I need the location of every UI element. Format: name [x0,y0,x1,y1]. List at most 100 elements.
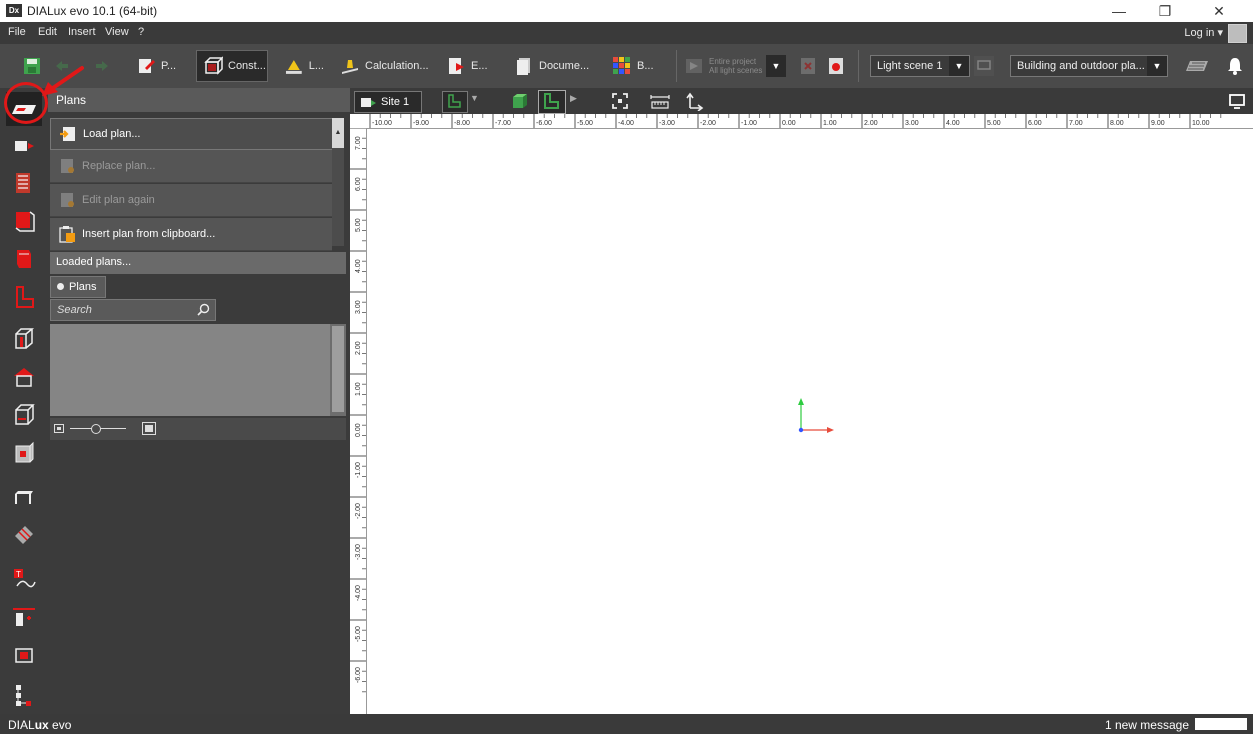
site-tool-button[interactable] [6,128,42,162]
ruler-label: -4.00 [618,120,634,127]
3d-view-button[interactable] [510,91,530,111]
ruler-label: -6.00 [536,120,552,127]
ceiling-tool-button[interactable] [6,398,42,432]
monitor-icon [1229,94,1245,109]
zoom-extents-button[interactable] [610,91,630,111]
hierarchy-tool-button[interactable] [6,678,42,712]
surface-tool-button[interactable] [6,518,42,552]
plans-list[interactable] [50,324,330,416]
thumbnail-size-slider[interactable] [91,424,101,434]
toolbar-separator [676,50,677,82]
tab-export[interactable]: E... [446,50,490,82]
menu-insert[interactable]: Insert [68,26,96,38]
ruler-label: -2.00 [355,503,362,519]
user-avatar-icon[interactable] [1228,24,1247,43]
section-tool-button[interactable] [6,600,42,634]
load-plan-icon [60,127,75,141]
view-mode-value: Building and outdoor pla... [1017,60,1145,72]
status-bar: DIALux evo 1 new message [0,714,1253,734]
text-curve-icon: T [14,569,36,588]
text-label-tool-button[interactable]: T [6,562,42,596]
canvas-toolbar: Site 1 ▼ ▶ [350,88,1253,114]
floor-view-button[interactable] [1184,58,1210,74]
restore-button[interactable]: ❐ [1142,0,1188,22]
dimension-button[interactable] [684,91,704,112]
cuboid-tool-button[interactable] [6,322,42,356]
cutout-tool-button[interactable] [6,638,42,672]
title-bar: Dx DIALux evo 10.1 (64-bit) — ❐ ✕ [0,0,1253,22]
ruler-label: 1.00 [823,120,837,127]
stop-calculation-button[interactable] [798,56,818,76]
floor-plan-view-button[interactable] [442,91,468,113]
cube-wire-icon [15,328,35,349]
insert-plan-clipboard-button[interactable]: Insert plan from clipboard... [50,218,332,251]
chevron-down-icon[interactable]: ▼ [470,93,479,103]
vertical-ruler: 7.00 6.00 5.00 4.00 3.00 2.00 1.00 0.00 -1.00 -2.… [350,127,367,714]
room-tool-button[interactable] [6,242,42,276]
light-scene-settings-button[interactable] [974,56,994,76]
room-icon [17,250,31,268]
scrollbar-thumb[interactable] [332,326,344,412]
tab-bim[interactable]: B... [612,50,662,82]
ruler-label: -3.00 [355,544,362,560]
floor-shape-tool-button[interactable] [6,280,42,314]
roof-icon [14,368,34,387]
tab-calculation[interactable]: Calculation... [340,50,432,82]
menu-edit[interactable]: Edit [38,26,57,38]
scroll-up-arrow-icon[interactable]: ▲ [332,118,344,148]
edit-plan-again-button[interactable]: Edit plan again [50,184,332,217]
section-icon [13,608,35,626]
measure-button[interactable] [648,91,672,111]
menu-help[interactable]: ? [138,26,144,38]
vertical-ruler-ticks: 7.00 6.00 5.00 4.00 3.00 2.00 1.00 0.00 -1.00 -2.… [350,127,366,693]
tab-construction[interactable]: Const... [196,50,268,82]
view-mode-dropdown[interactable]: Building and outdoor pla... ▼ [1010,55,1168,77]
message-indicator[interactable] [1195,718,1247,730]
hierarchy-icon [16,685,31,706]
plans-list-scrollbar[interactable] [330,324,346,416]
minimize-button[interactable]: — [1096,0,1142,22]
replace-plan-button[interactable]: Replace plan... [50,150,332,183]
tab-documentation[interactable]: Docume... [514,50,594,82]
ruler-label: -3.00 [659,120,675,127]
login-button[interactable]: Log in ▾ [1184,26,1223,39]
scope-dropdown-chevron-icon[interactable]: ▼ [766,55,786,77]
storey-tool-button[interactable] [6,204,42,238]
tab-light[interactable]: L... [284,50,324,82]
light-scene-dropdown[interactable]: Light scene 1 ▼ [870,55,970,77]
plans-search-input[interactable]: Search [50,299,216,321]
tab-project[interactable]: P... [136,50,190,82]
close-button[interactable]: ✕ [1196,0,1242,22]
brand-part-3: evo [48,718,72,732]
scope-text: Entire project All light scenes [709,57,762,75]
new-message-notice[interactable]: 1 new message [1105,718,1189,732]
notifications-button[interactable] [1226,56,1244,76]
loaded-plans-header[interactable]: Loaded plans... [50,252,346,274]
building-tool-button[interactable] [6,166,42,200]
chevron-right-icon[interactable]: ▶ [570,93,577,104]
ruler-label: 9.00 [1151,120,1165,127]
tab-plans[interactable]: Plans [50,276,106,298]
start-calculation-button[interactable] [826,56,846,76]
tab-project-label: P... [161,60,177,72]
l-shape-icon [16,286,34,308]
screen-toggle-button[interactable] [1227,92,1247,110]
roof-tool-button[interactable] [6,360,42,394]
load-plan-button[interactable]: Load plan... [50,118,334,150]
toolbar-separator [858,50,859,82]
scope-selector[interactable]: Entire project All light scenes [684,50,764,82]
opening-tool-button[interactable] [6,436,42,470]
site-icon [361,98,376,107]
menu-file[interactable]: File [8,26,26,38]
export-icon [449,58,464,74]
site-selector-button[interactable]: Site 1 [354,91,422,113]
furniture-tool-button[interactable] [6,480,42,514]
ruler-label: 6.00 [1028,120,1042,127]
cube-box-icon [15,404,35,425]
thumbnail-size-bar [50,418,346,440]
insert-plan-clipboard-label: Insert plan from clipboard... [82,228,216,240]
plan-view-toggle-button[interactable] [538,90,566,114]
brand-part-1: DIAL [8,718,35,732]
plan-canvas[interactable] [367,129,1253,714]
menu-view[interactable]: View [105,26,129,38]
